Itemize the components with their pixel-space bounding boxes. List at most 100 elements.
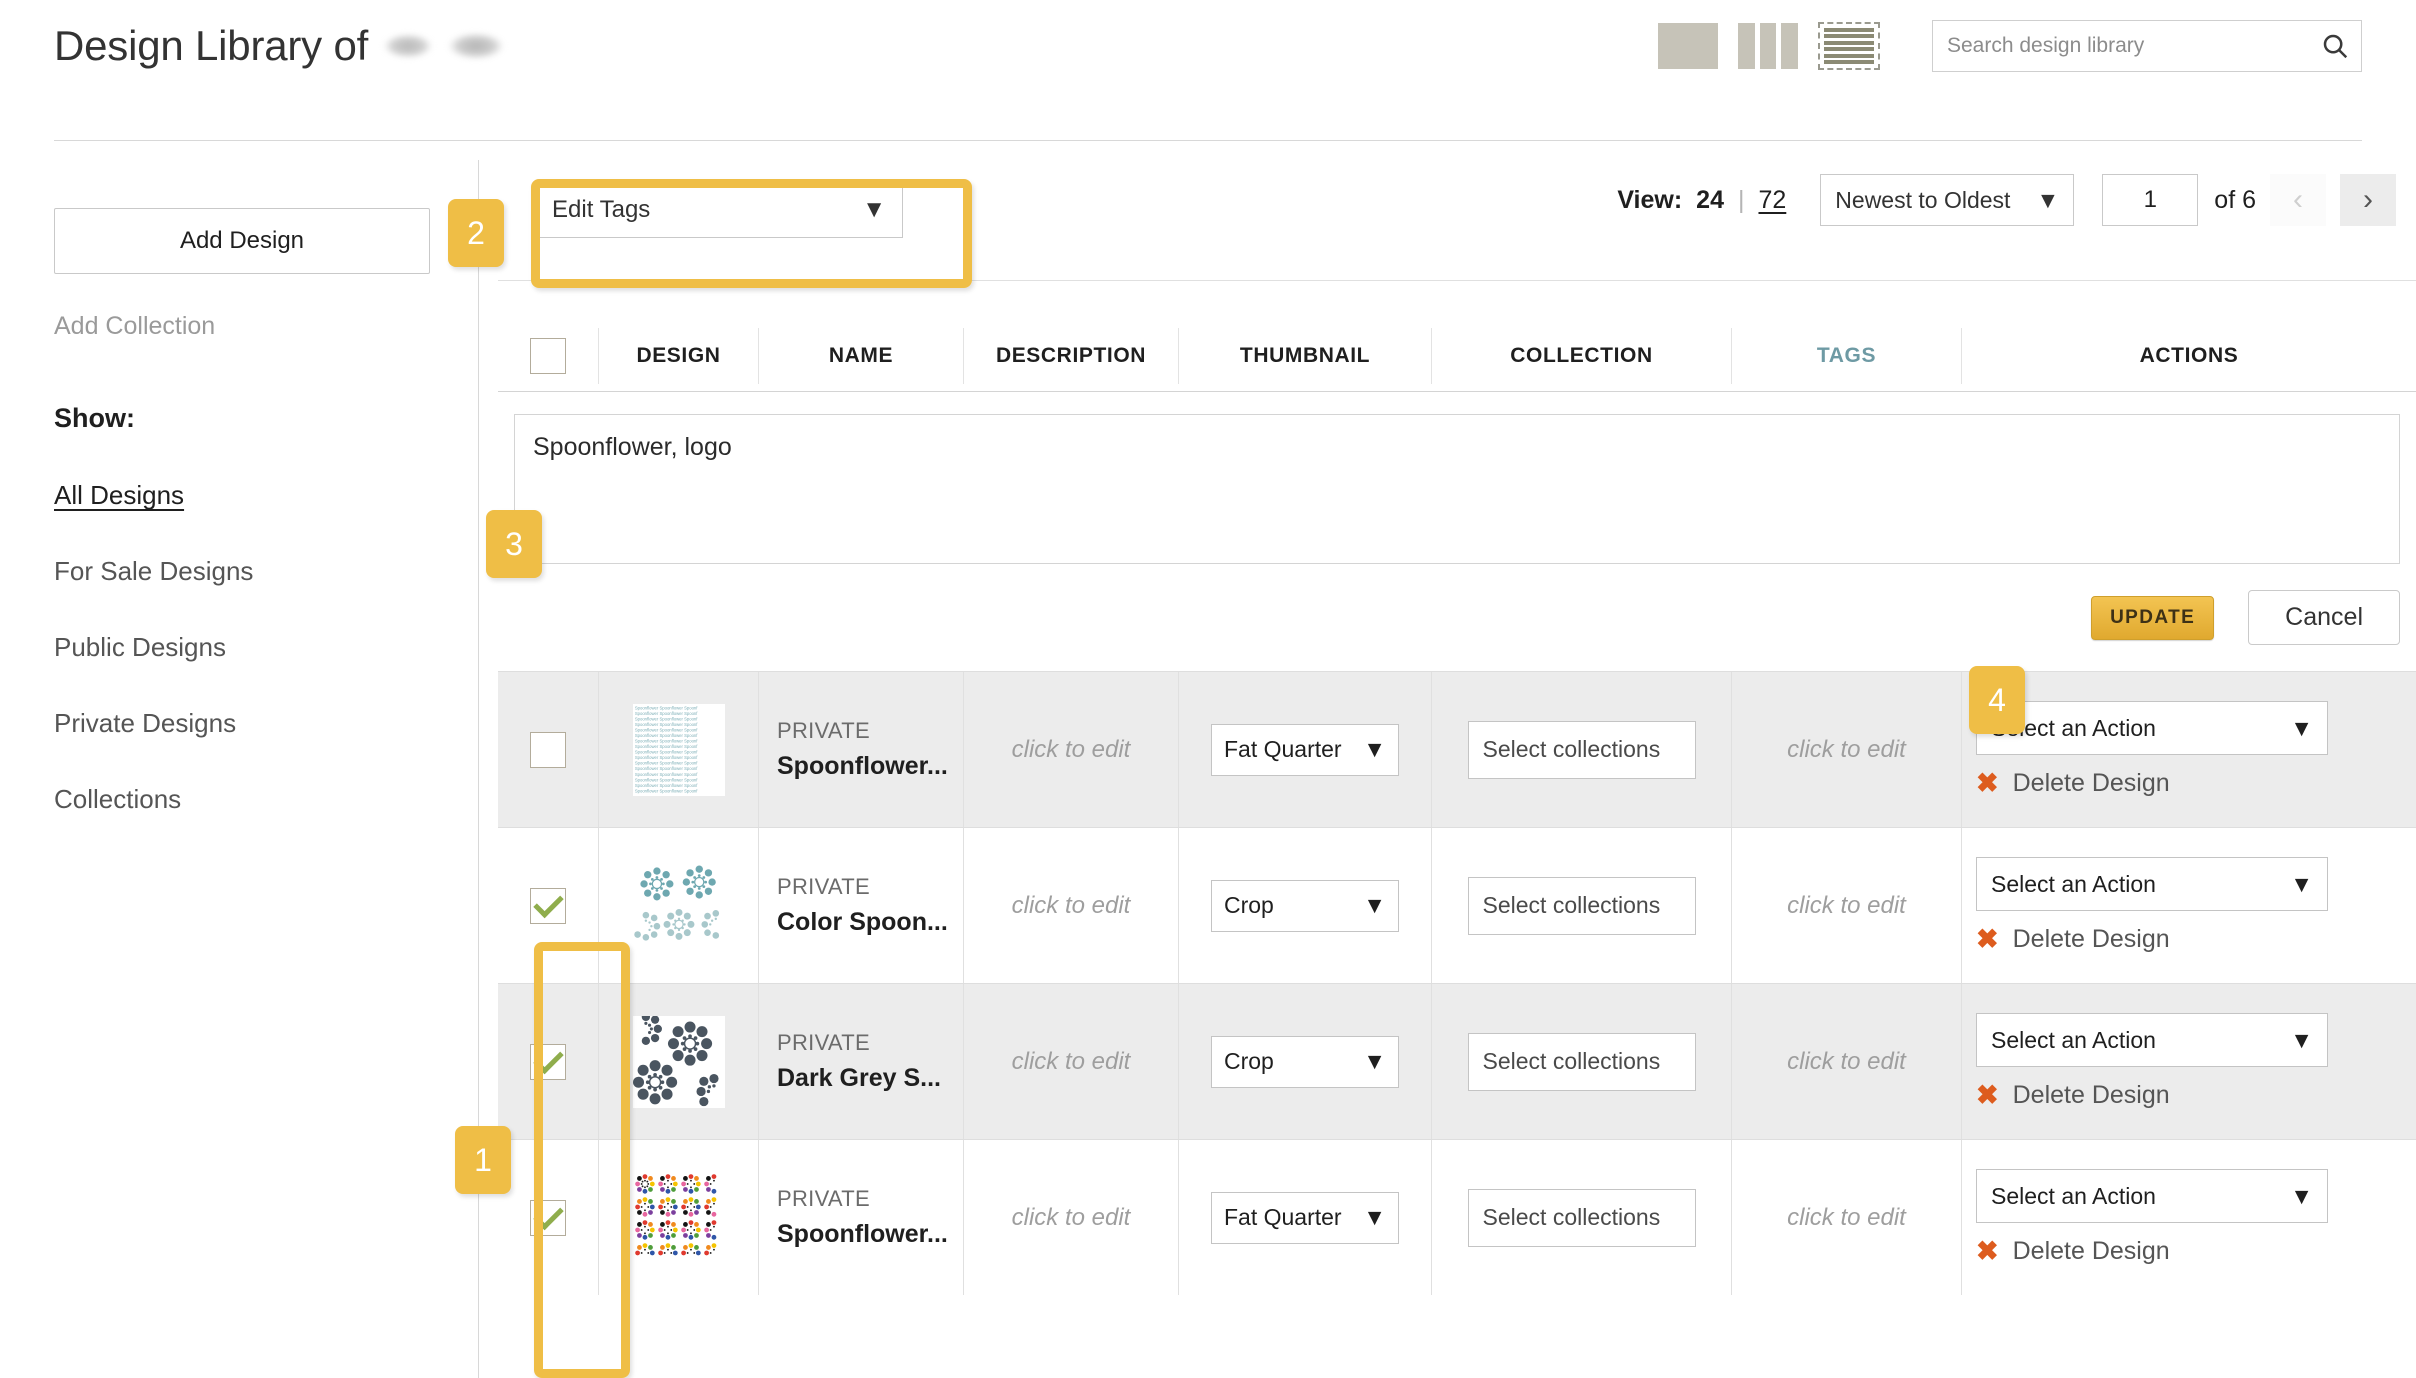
search-input[interactable] [1933, 21, 2309, 71]
column-header-collection[interactable]: COLLECTION [1431, 327, 1731, 384]
description-edit-hint: click to edit [1011, 1047, 1131, 1075]
thumbnail-select[interactable]: Crop ▼ [1211, 1035, 1399, 1088]
bulk-action-select[interactable]: Edit Tags ▼ [535, 182, 903, 238]
sidebar-item-for-sale-designs[interactable]: For Sale Designs [54, 556, 478, 587]
design-name[interactable]: Color Spoon... [777, 908, 948, 937]
action-select[interactable]: Select an Action ▼ [1976, 1169, 2328, 1223]
collection-cell [1431, 828, 1731, 983]
grid-single-view-icon[interactable] [1658, 23, 1718, 69]
description-cell[interactable]: click to edit [963, 828, 1178, 983]
row-checkbox[interactable] [530, 887, 566, 924]
close-icon: ✖ [1976, 1236, 1999, 1266]
column-header-name[interactable]: NAME [758, 327, 963, 384]
chevron-down-icon: ▼ [862, 196, 886, 223]
action-select[interactable]: Select an Action ▼ [1976, 1013, 2328, 1067]
cancel-button[interactable]: Cancel [2248, 590, 2400, 645]
column-header-actions[interactable]: ACTIONS [1961, 327, 2416, 384]
delete-design-label: Delete Design [2012, 1237, 2170, 1265]
sidebar-item-private-designs[interactable]: Private Designs [54, 708, 478, 739]
action-select[interactable]: Select an Action ▼ [1976, 857, 2328, 911]
design-name[interactable]: Spoonflower... [777, 752, 948, 781]
search-button[interactable] [2309, 21, 2361, 71]
collection-input[interactable] [1467, 1032, 1696, 1091]
view-count-72[interactable]: 72 [1758, 186, 1786, 215]
page-number-input[interactable] [2102, 174, 2199, 226]
svg-text:Spoonflower Spoonflower Spoonf: Spoonflower Spoonflower Spoonf [634, 738, 697, 743]
thumbnail-select[interactable]: Crop ▼ [1211, 879, 1399, 932]
thumbnail-select[interactable]: Fat Quarter ▼ [1211, 1191, 1399, 1244]
view-count-24[interactable]: 24 [1696, 186, 1724, 215]
select-all-checkbox[interactable] [530, 337, 566, 374]
sidebar-nav: All Designs For Sale Designs Public Desi… [54, 480, 478, 815]
close-icon: ✖ [1976, 1080, 1999, 1110]
table-header-row: DESIGN NAME DESCRIPTION THUMBNAIL COLLEC… [498, 320, 2416, 392]
collection-input[interactable] [1467, 876, 1696, 935]
previous-page-button[interactable]: ‹ [2270, 174, 2326, 226]
header-divider [54, 140, 2362, 141]
svg-text:Spoonflower Spoonflower Spoonf: Spoonflower Spoonflower Spoonf [634, 749, 697, 754]
chevron-down-icon: ▼ [2290, 714, 2313, 741]
actions-cell: Select an Action ▼ ✖ Delete Design [1961, 828, 2416, 983]
row-checkbox[interactable] [530, 1043, 566, 1080]
tags-cell[interactable]: click to edit [1731, 1140, 1961, 1295]
actions-cell: Select an Action ▼ ✖ Delete Design [1961, 1140, 2416, 1295]
add-collection-link[interactable]: Add Collection [54, 312, 478, 341]
row-checkbox[interactable] [530, 1199, 566, 1236]
column-header-tags[interactable]: TAGS [1731, 327, 1961, 384]
tags-cell[interactable]: click to edit [1731, 828, 1961, 983]
design-swatch-multicolor-flowers[interactable] [632, 1171, 725, 1264]
design-swatch-teal-flowers[interactable] [632, 859, 725, 952]
delete-design-button[interactable]: ✖ Delete Design [1976, 769, 2170, 798]
column-header-description[interactable]: DESCRIPTION [963, 327, 1178, 384]
content-toolbar: Edit Tags ▼ View: 24 | 72 Newest to Olde… [478, 160, 2416, 281]
tags-cell[interactable]: click to edit [1731, 672, 1961, 827]
chevron-down-icon: ▼ [2290, 1026, 2313, 1053]
design-swatch-grey-flowers[interactable] [632, 1015, 725, 1108]
column-header-thumbnail[interactable]: THUMBNAIL [1178, 327, 1431, 384]
privacy-label: PRIVATE [777, 1030, 870, 1055]
update-button[interactable]: UPDATE [2091, 595, 2215, 640]
design-thumbnail-cell [598, 828, 758, 983]
next-page-button[interactable]: › [2340, 174, 2396, 226]
table-row: Spoonflower Spoonflower Spoonf Spoonflowe… [498, 671, 2416, 827]
row-checkbox[interactable] [530, 731, 566, 768]
delete-design-button[interactable]: ✖ Delete Design [1976, 1081, 2170, 1110]
annotation-badge-1: 1 [455, 1126, 511, 1194]
description-edit-hint: click to edit [1011, 735, 1131, 763]
svg-text:Spoonflower Spoonflower Spoonf: Spoonflower Spoonflower Spoonf [634, 755, 697, 760]
toolbar-divider [498, 280, 2416, 281]
delete-design-button[interactable]: ✖ Delete Design [1976, 925, 2170, 954]
add-design-button[interactable]: Add Design [54, 208, 430, 274]
table-row: PRIVATE Dark Grey S... click to edit Cro… [498, 983, 2416, 1139]
chevron-down-icon: ▼ [2290, 1182, 2313, 1209]
tag-editor-panel: UPDATE Cancel [498, 392, 2416, 671]
delete-design-button[interactable]: ✖ Delete Design [1976, 1237, 2170, 1266]
design-library-page: Design Library of Add Design Add Collect… [0, 0, 2416, 1378]
sort-order-select[interactable]: Newest to Oldest ▼ [1820, 174, 2075, 226]
grid-columns-view-icon[interactable] [1738, 23, 1799, 69]
thumbnail-value: Crop [1224, 892, 1274, 918]
list-rows-view-icon[interactable] [1818, 22, 1880, 70]
sidebar-item-all-designs[interactable]: All Designs [54, 480, 478, 511]
action-value: Select an Action [1991, 870, 2156, 897]
sidebar-item-collections[interactable]: Collections [54, 784, 478, 815]
thumbnail-select[interactable]: Fat Quarter ▼ [1211, 723, 1399, 776]
svg-text:Spoonflower Spoonflower Spoonf: Spoonflower Spoonflower Spoonf [634, 733, 697, 738]
action-select[interactable]: Select an Action ▼ [1976, 701, 2328, 755]
description-cell[interactable]: click to edit [963, 1140, 1178, 1295]
design-name[interactable]: Spoonflower... [777, 1220, 948, 1249]
column-header-design[interactable]: DESIGN [598, 327, 758, 384]
row-select-cell [498, 672, 598, 827]
collection-cell [1431, 984, 1731, 1139]
description-cell[interactable]: click to edit [963, 984, 1178, 1139]
tags-cell[interactable]: click to edit [1731, 984, 1961, 1139]
design-name[interactable]: Dark Grey S... [777, 1064, 941, 1093]
tags-edit-hint: click to edit [1787, 1203, 1906, 1231]
collection-input[interactable] [1467, 720, 1696, 779]
collection-input[interactable] [1467, 1188, 1696, 1247]
sidebar-item-public-designs[interactable]: Public Designs [54, 632, 478, 663]
description-edit-hint: click to edit [1011, 891, 1131, 919]
description-cell[interactable]: click to edit [963, 672, 1178, 827]
design-swatch-text-tile[interactable]: Spoonflower Spoonflower SpoonfSpoonflowe… [632, 703, 725, 796]
tag-textarea[interactable] [514, 414, 2400, 564]
